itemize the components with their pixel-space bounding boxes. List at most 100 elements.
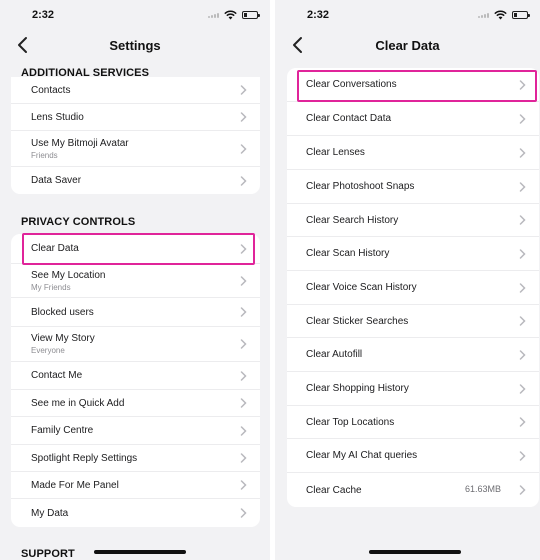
item-label: View My Story	[31, 333, 95, 344]
section-header-privacy-controls: PRIVACY CONTROLS	[21, 216, 136, 228]
item-label: Clear Data	[31, 243, 79, 254]
chevron-right-icon	[240, 85, 247, 95]
clear-item-sticker-searches[interactable]: Clear Sticker Searches	[287, 305, 539, 338]
chevron-right-icon	[240, 307, 247, 317]
clear-item-search-history[interactable]: Clear Search History	[287, 204, 539, 237]
chevron-right-icon	[519, 113, 526, 124]
item-label: Clear Conversations	[306, 79, 397, 90]
chevron-right-icon	[240, 243, 247, 254]
item-label: Clear Lenses	[306, 147, 365, 158]
settings-item-see-my-location[interactable]: See My Location My Friends	[11, 264, 260, 298]
item-label: Made For Me Panel	[31, 479, 119, 491]
page-title: Clear Data	[375, 38, 440, 53]
item-label: Clear Top Locations	[306, 416, 395, 428]
chevron-right-icon	[519, 383, 526, 394]
settings-item-made-for-me[interactable]: Made For Me Panel	[11, 472, 260, 499]
chevron-right-icon	[240, 175, 247, 186]
chevron-right-icon	[240, 480, 247, 490]
item-label: Use My Bitmoji Avatar	[31, 137, 129, 149]
settings-item-quick-add[interactable]: See me in Quick Add	[11, 390, 260, 417]
clear-item-contact-data[interactable]: Clear Contact Data	[287, 102, 539, 136]
additional-services-card: Contacts Lens Studio Use My Bitmoji Avat…	[11, 77, 260, 194]
item-label: Lens Studio	[31, 111, 84, 123]
clear-item-autofill[interactable]: Clear Autofill	[287, 338, 539, 372]
clear-data-screen: 2:32 Clear Data Clear Conversations Clea…	[275, 0, 540, 560]
clear-item-conversations[interactable]: Clear Conversations	[287, 68, 539, 102]
chevron-right-icon	[519, 215, 526, 225]
item-label: Contact Me	[31, 370, 83, 381]
settings-item-bitmoji-avatar[interactable]: Use My Bitmoji Avatar Friends	[11, 131, 260, 167]
settings-item-family-centre[interactable]: Family Centre	[11, 417, 260, 445]
settings-item-spotlight-reply[interactable]: Spotlight Reply Settings	[11, 445, 260, 472]
settings-item-blocked-users[interactable]: Blocked users	[11, 298, 260, 327]
chevron-right-icon	[519, 417, 526, 427]
item-label: Clear My AI Chat queries	[306, 450, 418, 461]
chevron-right-icon	[519, 248, 526, 259]
chevron-right-icon	[240, 339, 247, 349]
settings-item-contact-me[interactable]: Contact Me	[11, 362, 260, 390]
item-label: Blocked users	[31, 306, 94, 318]
clear-item-my-ai-chat[interactable]: Clear My AI Chat queries	[287, 439, 539, 473]
chevron-right-icon	[240, 275, 247, 286]
clear-item-voice-scan-history[interactable]: Clear Voice Scan History	[287, 271, 539, 305]
item-sublabel: My Friends	[31, 282, 71, 292]
settings-item-data-saver[interactable]: Data Saver	[11, 167, 260, 194]
item-label: Family Centre	[31, 425, 94, 436]
item-sublabel: Everyone	[31, 346, 65, 355]
clear-item-lenses[interactable]: Clear Lenses	[287, 136, 539, 170]
item-label: Spotlight Reply Settings	[31, 452, 138, 464]
status-icons	[478, 10, 530, 20]
home-indicator	[369, 550, 461, 554]
status-time: 2:32	[307, 9, 330, 21]
chevron-right-icon	[240, 398, 247, 408]
battery-icon	[512, 11, 530, 19]
privacy-controls-card: Clear Data See My Location My Friends Bl…	[11, 234, 260, 527]
item-label: Data Saver	[31, 175, 82, 186]
item-label: See me in Quick Add	[31, 397, 125, 409]
settings-item-lens-studio[interactable]: Lens Studio	[11, 104, 260, 131]
item-label: Contacts	[31, 84, 71, 96]
item-sublabel: Friends	[31, 150, 58, 160]
status-bar: 2:32	[0, 0, 270, 30]
status-bar: 2:32	[275, 0, 540, 30]
chevron-right-icon	[519, 181, 526, 192]
battery-icon	[242, 11, 260, 19]
home-indicator	[94, 550, 186, 554]
chevron-right-icon	[240, 425, 247, 436]
item-label: Clear Sticker Searches	[306, 315, 409, 327]
clear-item-scan-history[interactable]: Clear Scan History	[287, 237, 539, 271]
chevron-right-icon	[519, 282, 526, 293]
section-header-support: SUPPORT	[21, 548, 75, 560]
chevron-right-icon	[519, 316, 526, 326]
settings-item-view-my-story[interactable]: View My Story Everyone	[11, 327, 260, 362]
status-time: 2:32	[32, 9, 55, 21]
signal-icon	[208, 12, 219, 18]
item-label: Clear Contact Data	[306, 113, 392, 124]
signal-icon	[478, 12, 489, 18]
settings-item-clear-data[interactable]: Clear Data	[11, 234, 260, 264]
chevron-right-icon	[519, 79, 526, 90]
settings-screen: 2:32 Settings ADDITIONAL SERVICES Contac…	[0, 0, 270, 560]
chevron-right-icon	[240, 508, 247, 518]
settings-item-my-data[interactable]: My Data	[11, 499, 260, 527]
wifi-icon	[224, 10, 237, 20]
item-label: Clear Search History	[306, 214, 399, 226]
clear-item-top-locations[interactable]: Clear Top Locations	[287, 406, 539, 439]
item-label: Clear Cache	[306, 484, 362, 496]
settings-item-contacts[interactable]: Contacts	[11, 77, 260, 104]
item-label: Clear Autofill	[306, 349, 363, 360]
cache-size-value: 61.63MB	[464, 484, 501, 494]
item-label: Clear Shopping History	[306, 383, 409, 394]
chevron-right-icon	[240, 112, 247, 122]
item-label: My Data	[31, 507, 69, 519]
item-label: See My Location	[31, 269, 106, 281]
chevron-right-icon	[240, 370, 247, 381]
clear-item-cache[interactable]: Clear Cache 61.63MB	[287, 473, 539, 507]
item-label: Clear Scan History	[306, 248, 390, 259]
chevron-right-icon	[519, 349, 526, 360]
clear-item-shopping-history[interactable]: Clear Shopping History	[287, 372, 539, 406]
chevron-right-icon	[519, 485, 526, 495]
clear-item-photoshoot-snaps[interactable]: Clear Photoshoot Snaps	[287, 170, 539, 204]
clear-data-card: Clear Conversations Clear Contact Data C…	[287, 68, 539, 507]
wifi-icon	[494, 10, 507, 20]
